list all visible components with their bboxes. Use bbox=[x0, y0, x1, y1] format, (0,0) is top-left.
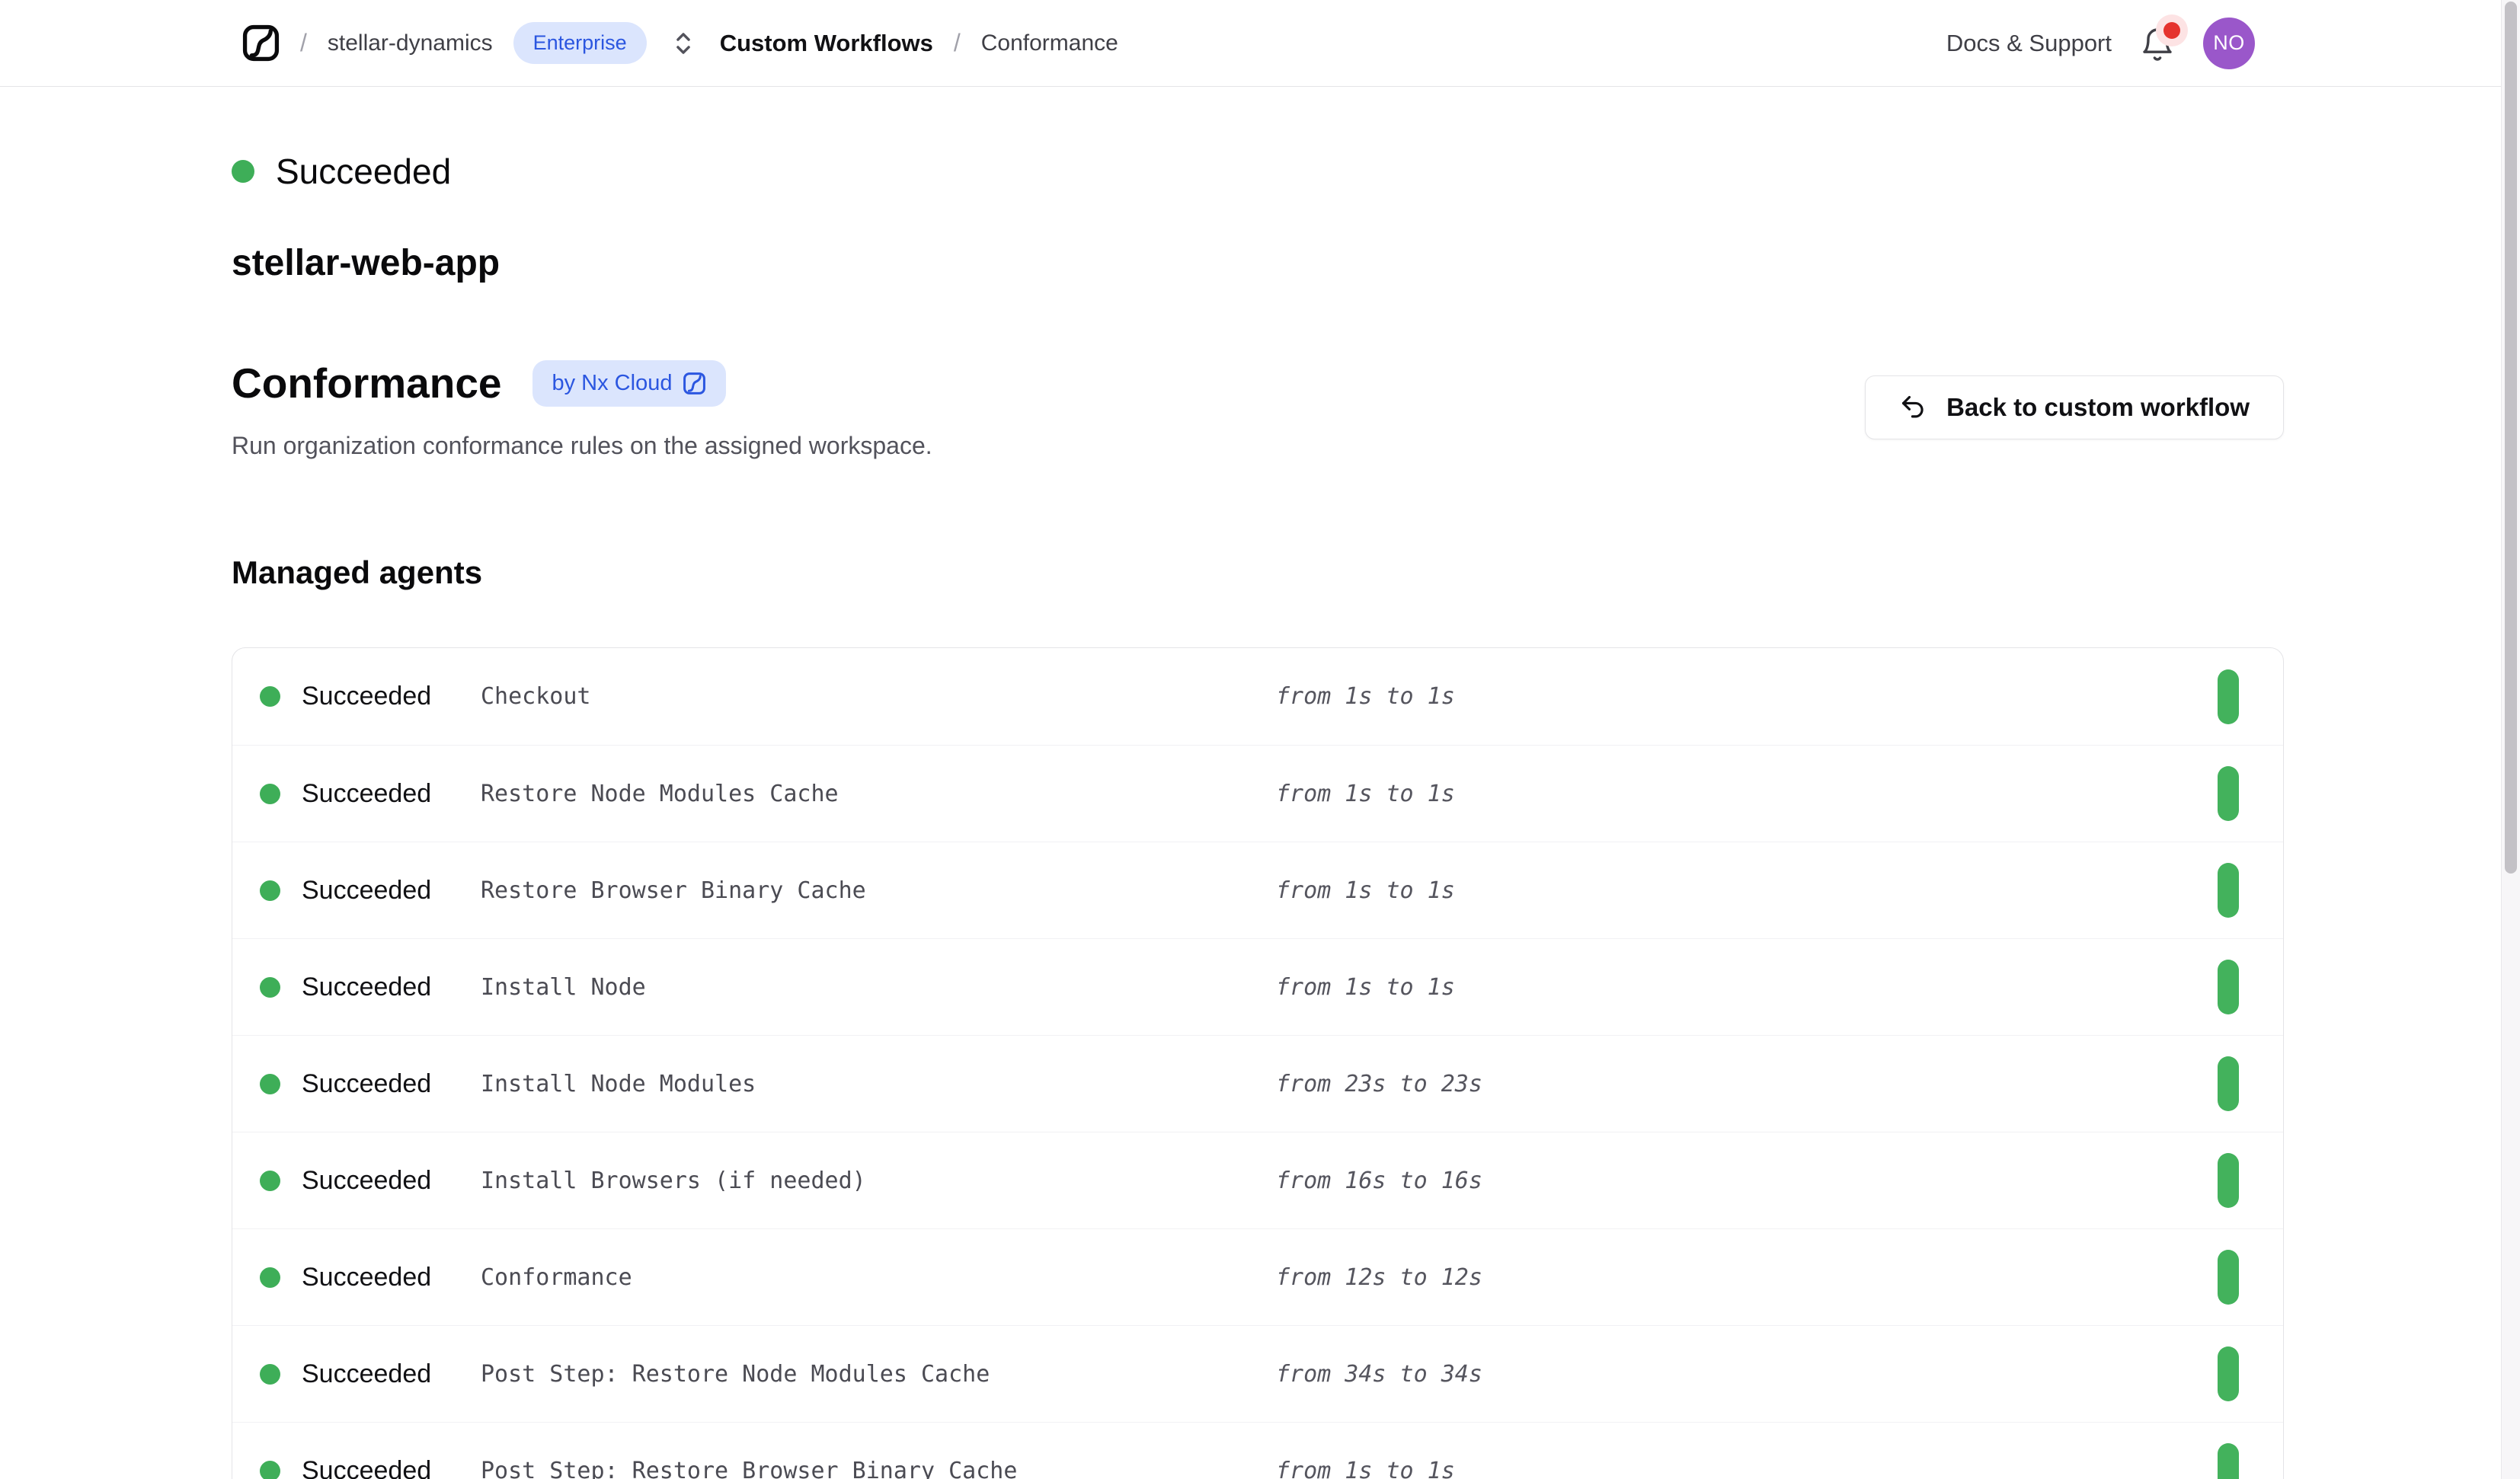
breadcrumb: / stellar-dynamics Enterprise Custom Wor… bbox=[242, 22, 1118, 64]
back-button-label: Back to custom workflow bbox=[1946, 393, 2250, 422]
back-to-custom-workflow-button[interactable]: Back to custom workflow bbox=[1865, 375, 2284, 439]
agent-step-row[interactable]: Succeeded Restore Browser Binary Cache f… bbox=[232, 842, 2283, 938]
breadcrumb-separator: / bbox=[300, 29, 307, 57]
run-status: Succeeded bbox=[232, 151, 2284, 192]
step-status: Succeeded bbox=[302, 682, 431, 711]
notification-dot bbox=[2163, 22, 2180, 39]
status-dot bbox=[260, 880, 280, 901]
step-name: Post Step: Restore Browser Binary Cache bbox=[481, 1458, 1276, 1479]
step-timing: from 34s to 34s bbox=[1276, 1361, 2218, 1388]
nx-logo-icon bbox=[683, 372, 706, 395]
navbar-actions: Docs & Support NO bbox=[1946, 18, 2255, 69]
run-status-label: Succeeded bbox=[276, 151, 451, 192]
step-timing: from 1s to 1s bbox=[1276, 781, 2218, 807]
step-name: Conformance bbox=[481, 1264, 1276, 1291]
top-navbar: / stellar-dynamics Enterprise Custom Wor… bbox=[0, 0, 2520, 87]
step-timing: from 23s to 23s bbox=[1276, 1071, 2218, 1097]
status-dot bbox=[232, 160, 254, 183]
agent-step-row[interactable]: Succeeded Checkout from 1s to 1s bbox=[232, 648, 2283, 745]
step-timing: from 12s to 12s bbox=[1276, 1264, 2218, 1291]
step-name: Install Browsers (if needed) bbox=[481, 1168, 1276, 1194]
status-dot bbox=[260, 1171, 280, 1191]
agent-step-row[interactable]: Succeeded Install Node from 1s to 1s bbox=[232, 938, 2283, 1035]
breadcrumb-org[interactable]: stellar-dynamics bbox=[328, 30, 493, 56]
main-content: Succeeded stellar-web-app Conformance by… bbox=[0, 151, 2520, 1479]
duration-bar bbox=[2218, 1346, 2239, 1401]
scrollbar-track[interactable] bbox=[2501, 0, 2520, 1479]
undo-arrow-icon bbox=[1899, 393, 1928, 422]
managed-agents-card: Succeeded Checkout from 1s to 1s Succeed… bbox=[232, 647, 2284, 1479]
step-timing: from 16s to 16s bbox=[1276, 1168, 2218, 1194]
agent-step-row[interactable]: Succeeded Install Node Modules from 23s … bbox=[232, 1035, 2283, 1132]
step-name: Install Node bbox=[481, 974, 1276, 1001]
agent-step-row[interactable]: Succeeded Install Browsers (if needed) f… bbox=[232, 1132, 2283, 1228]
step-timing: from 1s to 1s bbox=[1276, 974, 2218, 1001]
step-name: Restore Browser Binary Cache bbox=[481, 877, 1276, 904]
duration-bar bbox=[2218, 1153, 2239, 1208]
notifications-button[interactable] bbox=[2139, 24, 2176, 63]
duration-bar bbox=[2218, 766, 2239, 821]
status-dot bbox=[260, 784, 280, 804]
duration-bar bbox=[2218, 669, 2239, 724]
avatar[interactable]: NO bbox=[2203, 18, 2255, 69]
status-dot bbox=[260, 1364, 280, 1385]
step-status: Succeeded bbox=[302, 1166, 431, 1196]
step-status: Succeeded bbox=[302, 1069, 431, 1099]
provider-badge-label: by Nx Cloud bbox=[552, 371, 673, 396]
step-name: Post Step: Restore Node Modules Cache bbox=[481, 1361, 1276, 1388]
step-timing: from 1s to 1s bbox=[1276, 877, 2218, 904]
step-status: Succeeded bbox=[302, 1263, 431, 1292]
status-dot bbox=[260, 686, 280, 707]
status-dot bbox=[260, 1461, 280, 1479]
agent-step-row[interactable]: Succeeded Post Step: Restore Node Module… bbox=[232, 1325, 2283, 1422]
chevron-up-down-icon bbox=[670, 28, 696, 59]
step-status: Succeeded bbox=[302, 876, 431, 906]
scrollbar-thumb[interactable] bbox=[2505, 2, 2517, 874]
page-title: stellar-web-app bbox=[232, 242, 2284, 284]
step-status: Succeeded bbox=[302, 973, 431, 1002]
nx-cloud-logo-icon[interactable] bbox=[242, 24, 280, 62]
workspace-switcher[interactable] bbox=[670, 28, 696, 59]
agent-step-row[interactable]: Succeeded Restore Node Modules Cache fro… bbox=[232, 745, 2283, 842]
provider-badge-link[interactable]: by Nx Cloud bbox=[532, 360, 727, 407]
duration-bar bbox=[2218, 1443, 2239, 1479]
step-status: Succeeded bbox=[302, 1456, 431, 1479]
status-dot bbox=[260, 1267, 280, 1288]
agent-step-row[interactable]: Succeeded Conformance from 12s to 12s bbox=[232, 1228, 2283, 1325]
org-plan-badge: Enterprise bbox=[513, 22, 647, 64]
docs-support-link[interactable]: Docs & Support bbox=[1946, 30, 2112, 57]
workflow-header-left: Conformance by Nx Cloud Run organization… bbox=[232, 359, 932, 460]
step-timing: from 1s to 1s bbox=[1276, 1458, 2218, 1479]
workflow-description: Run organization conformance rules on th… bbox=[232, 432, 932, 460]
duration-bar bbox=[2218, 1250, 2239, 1305]
breadcrumb-section[interactable]: Custom Workflows bbox=[720, 30, 933, 57]
step-name: Install Node Modules bbox=[481, 1071, 1276, 1097]
managed-agents-heading: Managed agents bbox=[232, 554, 2284, 591]
breadcrumb-separator: / bbox=[954, 29, 961, 57]
breadcrumb-page[interactable]: Conformance bbox=[981, 30, 1118, 56]
step-status: Succeeded bbox=[302, 1359, 431, 1389]
status-dot bbox=[260, 977, 280, 998]
workflow-header: Conformance by Nx Cloud Run organization… bbox=[232, 359, 2284, 460]
duration-bar bbox=[2218, 1056, 2239, 1111]
duration-bar bbox=[2218, 960, 2239, 1014]
step-timing: from 1s to 1s bbox=[1276, 683, 2218, 710]
duration-bar bbox=[2218, 863, 2239, 918]
agent-step-row[interactable]: Succeeded Post Step: Restore Browser Bin… bbox=[232, 1422, 2283, 1479]
step-name: Checkout bbox=[481, 683, 1276, 710]
step-name: Restore Node Modules Cache bbox=[481, 781, 1276, 807]
workflow-title: Conformance bbox=[232, 359, 502, 407]
step-status: Succeeded bbox=[302, 779, 431, 809]
status-dot bbox=[260, 1074, 280, 1094]
